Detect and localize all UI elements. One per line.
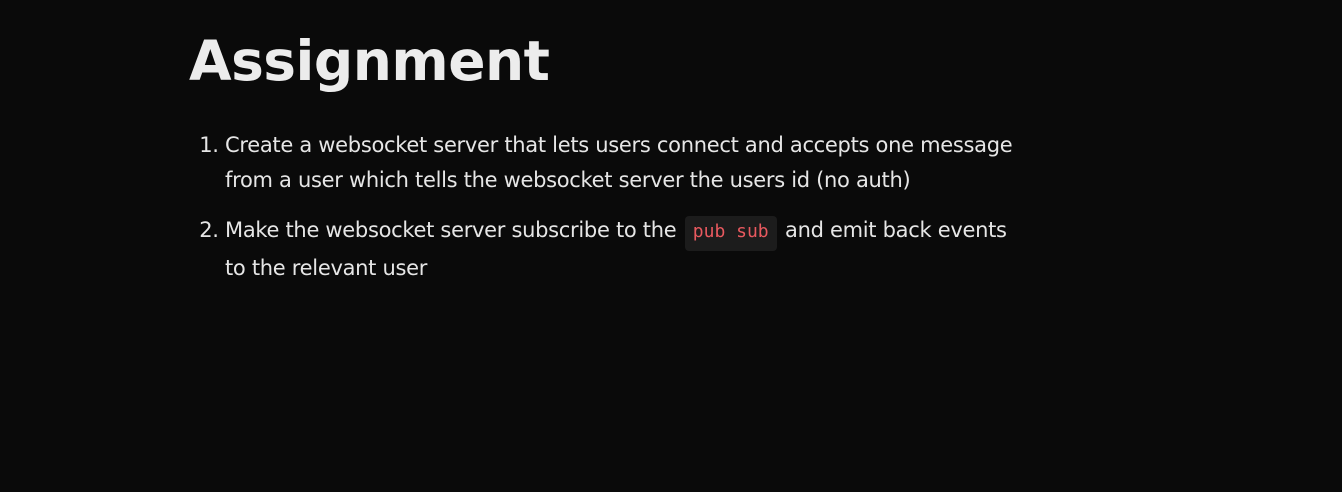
list-item-text-before: Make the websocket server subscribe to t… [225,218,677,242]
list-item: Make the websocket server subscribe to t… [225,213,1029,286]
list-item: Create a websocket server that lets user… [225,128,1029,198]
page-title: Assignment [189,29,550,93]
list-item-text: Create a websocket server that lets user… [225,133,1013,192]
assignment-list: Create a websocket server that lets user… [189,128,1029,286]
document-content: Assignment Create a websocket server tha… [189,28,1029,301]
inline-code: pub sub [684,216,777,251]
